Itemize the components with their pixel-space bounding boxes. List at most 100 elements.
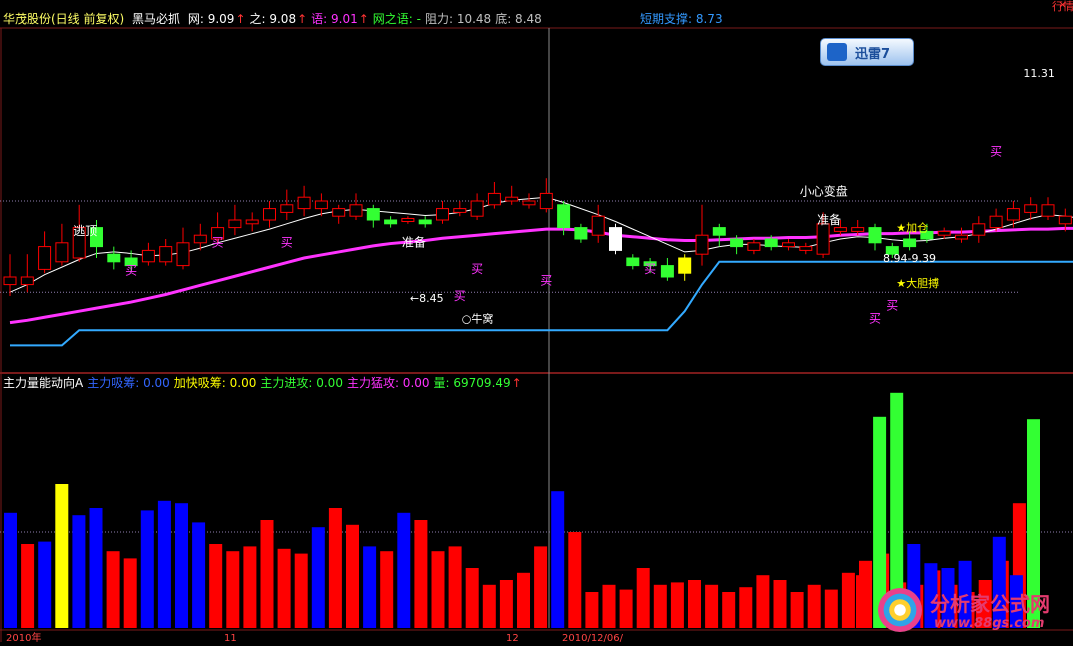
- volume-bar: [722, 592, 736, 628]
- up-arrow-icon: ↑: [358, 12, 369, 26]
- max-price-label: 11.31: [1023, 67, 1055, 80]
- candle-body: [505, 196, 519, 202]
- indicator-0: 网: 9.09: [187, 12, 235, 26]
- range-label: 8.94-9.39: [883, 252, 936, 265]
- up-arrow-icon: ↑: [511, 376, 522, 390]
- bird-icon: [827, 43, 847, 61]
- volume-bar: [739, 587, 753, 628]
- volume-bar: [157, 500, 171, 628]
- volume-bar: [841, 572, 855, 628]
- candle-body: [297, 196, 311, 210]
- volume-bar: [260, 520, 274, 628]
- candle-body: [989, 215, 1003, 229]
- up-arrow-icon: ↑: [297, 12, 308, 26]
- volume-bar: [670, 582, 684, 628]
- buy-signal-label: 买: [540, 274, 552, 288]
- buy-signal-label: 小心变盘: [800, 184, 848, 199]
- candle-body: [38, 246, 52, 270]
- candle-body: [3, 276, 17, 286]
- formula-name: 黑马必抓: [132, 12, 181, 26]
- date-label: 11: [224, 633, 237, 642]
- volume-bar: [551, 491, 565, 628]
- volume-bar: [756, 575, 770, 628]
- watermark-logo: 分析家公式网 www.88gs.com: [872, 584, 1070, 640]
- volume-bar: [380, 551, 394, 628]
- date-label: 12: [506, 633, 519, 642]
- volume-bar: [465, 568, 479, 628]
- volume-bar: [807, 584, 821, 628]
- candle-body: [349, 204, 363, 217]
- candle-body: [609, 227, 622, 251]
- candle-body: [107, 253, 121, 263]
- volume-bar: [21, 544, 35, 628]
- volume-bar: [448, 546, 462, 628]
- candle-body: [730, 238, 744, 248]
- candle-body: [868, 227, 882, 244]
- volume-bar: [636, 568, 650, 628]
- candle-body: [712, 227, 726, 236]
- low-price-label: ←8.45: [410, 292, 444, 305]
- volume-bar: [790, 592, 804, 628]
- moving-average-line: [9, 196, 1073, 293]
- volume-bar: [773, 580, 787, 628]
- candle-body: [782, 242, 795, 248]
- volume-bar: [72, 515, 86, 628]
- candle-body: [193, 234, 207, 244]
- candle-body: [228, 219, 242, 229]
- volume-bar: [568, 532, 582, 628]
- volume-bar: [499, 580, 513, 628]
- volume-indicator-2: 加快吸筹: 0.00: [173, 376, 257, 390]
- volume-bar: [106, 551, 120, 628]
- volume-bar: [856, 575, 869, 628]
- volume-bar: [585, 592, 599, 628]
- volume-bar: [192, 522, 206, 628]
- volume-indicator-4: 主力猛攻: 0.00: [346, 376, 430, 390]
- short-support-label: 短期支撑: 8.73: [640, 12, 723, 26]
- candle-body: [816, 223, 830, 255]
- kline-chart-svg[interactable]: 逃顶买买买准备买买买买小心变盘准备买买买←8.45○牛窝8.94-9.39★加仓…: [0, 0, 1073, 644]
- volume-bar: [534, 546, 548, 628]
- stock-chart-window: 逃顶买买买准备买买买买小心变盘 准备买买买 ←8.45 ○牛窝 8.94-9.39 ★加仓…: [0, 0, 1073, 644]
- volume-bar: [824, 589, 838, 628]
- candle-body: [55, 242, 69, 263]
- candle-body: [937, 230, 951, 236]
- volume-bar: [277, 548, 291, 628]
- candle-body: [487, 192, 501, 206]
- indicator-4: 阻力: 10.48: [424, 12, 492, 26]
- candle-body: [851, 227, 865, 232]
- candle-body: [20, 276, 34, 286]
- volume-indicator-5: 量: 69709.49: [433, 376, 511, 390]
- close-icon[interactable]: ×: [1058, 0, 1067, 12]
- candle-body: [539, 192, 553, 210]
- volume-bar: [363, 546, 377, 628]
- candle-body: [557, 204, 571, 229]
- niuwo-label: ○牛窝: [462, 312, 494, 326]
- candle-body: [470, 200, 484, 217]
- candle-body: [436, 208, 449, 221]
- candle-body: [418, 219, 432, 225]
- candle-body: [903, 238, 917, 248]
- volume-bar: [243, 546, 257, 628]
- volume-bar: [226, 551, 240, 628]
- flower-icon: [878, 588, 922, 632]
- volume-bar: [89, 508, 103, 628]
- volume-bar: [653, 584, 667, 628]
- buy-signal-label: 买: [212, 236, 224, 250]
- indicator-5: 底: 8.48: [495, 12, 542, 26]
- volume-indicator-0: 主力量能动向A: [3, 376, 84, 390]
- candle-body: [314, 200, 328, 210]
- volume-bar: [705, 584, 719, 628]
- xunlei-badge[interactable]: 迅雷7: [820, 38, 914, 66]
- candle-body: [747, 242, 761, 251]
- candle-body: [833, 227, 847, 232]
- buy-signal-label: 准备: [817, 213, 841, 227]
- volume-bar: [209, 544, 223, 628]
- indicator-values: 网: 9.09↑ 之: 9.08↑ 语: 9.01↑ 网之语: - 阻力: 10.48 底…: [188, 12, 546, 26]
- volume-bar: [602, 584, 616, 628]
- buy-signal-label: 买: [281, 236, 293, 250]
- indicator-2: 语: 9.01: [311, 12, 358, 26]
- buy-signal-label: 买: [886, 299, 898, 313]
- candle-body: [972, 223, 986, 236]
- candle-body: [626, 257, 640, 267]
- candle-body: [1024, 204, 1038, 213]
